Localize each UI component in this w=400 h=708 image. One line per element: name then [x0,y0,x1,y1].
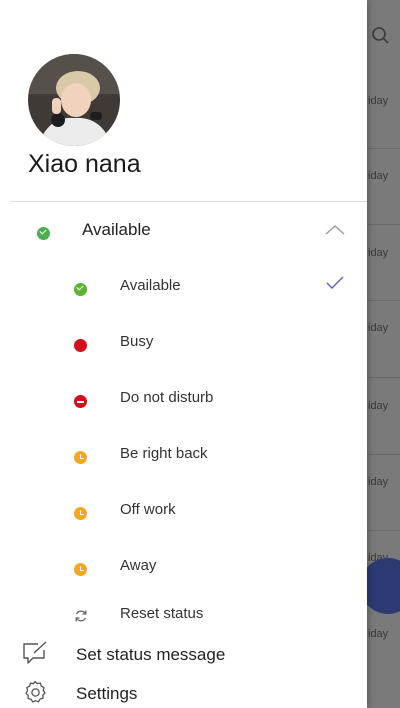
chevron-up-icon[interactable] [325,224,345,236]
user-name: Xiao nana [28,150,141,178]
settings-label: Settings [76,684,138,703]
status-option-label: Be right back [120,445,208,462]
busy-dot-icon [74,339,87,352]
gear-icon [25,680,46,703]
reset-status-label: Reset status [120,605,204,622]
status-option-do-not-disturb[interactable]: Do not disturb [0,378,367,418]
status-option-label: Available [120,277,181,294]
status-option-off-work[interactable]: Off work [0,490,367,530]
background-day-label: iday [368,170,389,182]
refresh-icon [75,610,87,622]
status-option-label: Away [120,557,157,574]
status-option-busy[interactable]: Busy [0,322,367,362]
profile-drawer: Xiao nana Available Available Busy Do no… [0,0,367,708]
check-icon [74,283,87,296]
background-day-label: iday [368,628,389,640]
background-divider [367,454,400,455]
available-status-icon [37,227,50,240]
background-divider [367,224,400,225]
search-icon [372,27,389,44]
background-day-label: iday [368,400,389,412]
set-status-message-button[interactable]: Set status message [0,638,367,670]
background-divider [367,377,400,378]
background-divider [367,300,400,301]
avatar[interactable] [28,54,120,146]
status-option-available[interactable]: Available [0,266,367,306]
status-option-label: Busy [120,333,154,350]
background-day-label: iday [368,247,389,259]
settings-button[interactable]: Settings [0,676,367,708]
selected-checkmark-icon [326,276,344,289]
background-divider [367,530,400,531]
background-day-label: iday [368,95,389,107]
background-divider [367,148,400,149]
status-option-away[interactable]: Away [0,546,367,586]
avatar-image [28,54,120,146]
background-day-label: iday [368,476,389,488]
current-status-label: Available [82,220,151,239]
background-day-label: iday [368,322,389,334]
minus-icon [74,395,87,408]
clock-icon [74,507,87,520]
status-option-label: Off work [120,501,176,518]
clock-icon [74,563,87,576]
edit-message-icon [23,641,47,664]
reset-status-button[interactable]: Reset status [0,597,367,631]
status-option-label: Do not disturb [120,389,214,406]
status-option-be-right-back[interactable]: Be right back [0,434,367,474]
divider [10,201,367,202]
clock-icon [74,451,87,464]
current-status-toggle[interactable]: Available [0,213,367,247]
set-status-message-label: Set status message [76,645,226,664]
